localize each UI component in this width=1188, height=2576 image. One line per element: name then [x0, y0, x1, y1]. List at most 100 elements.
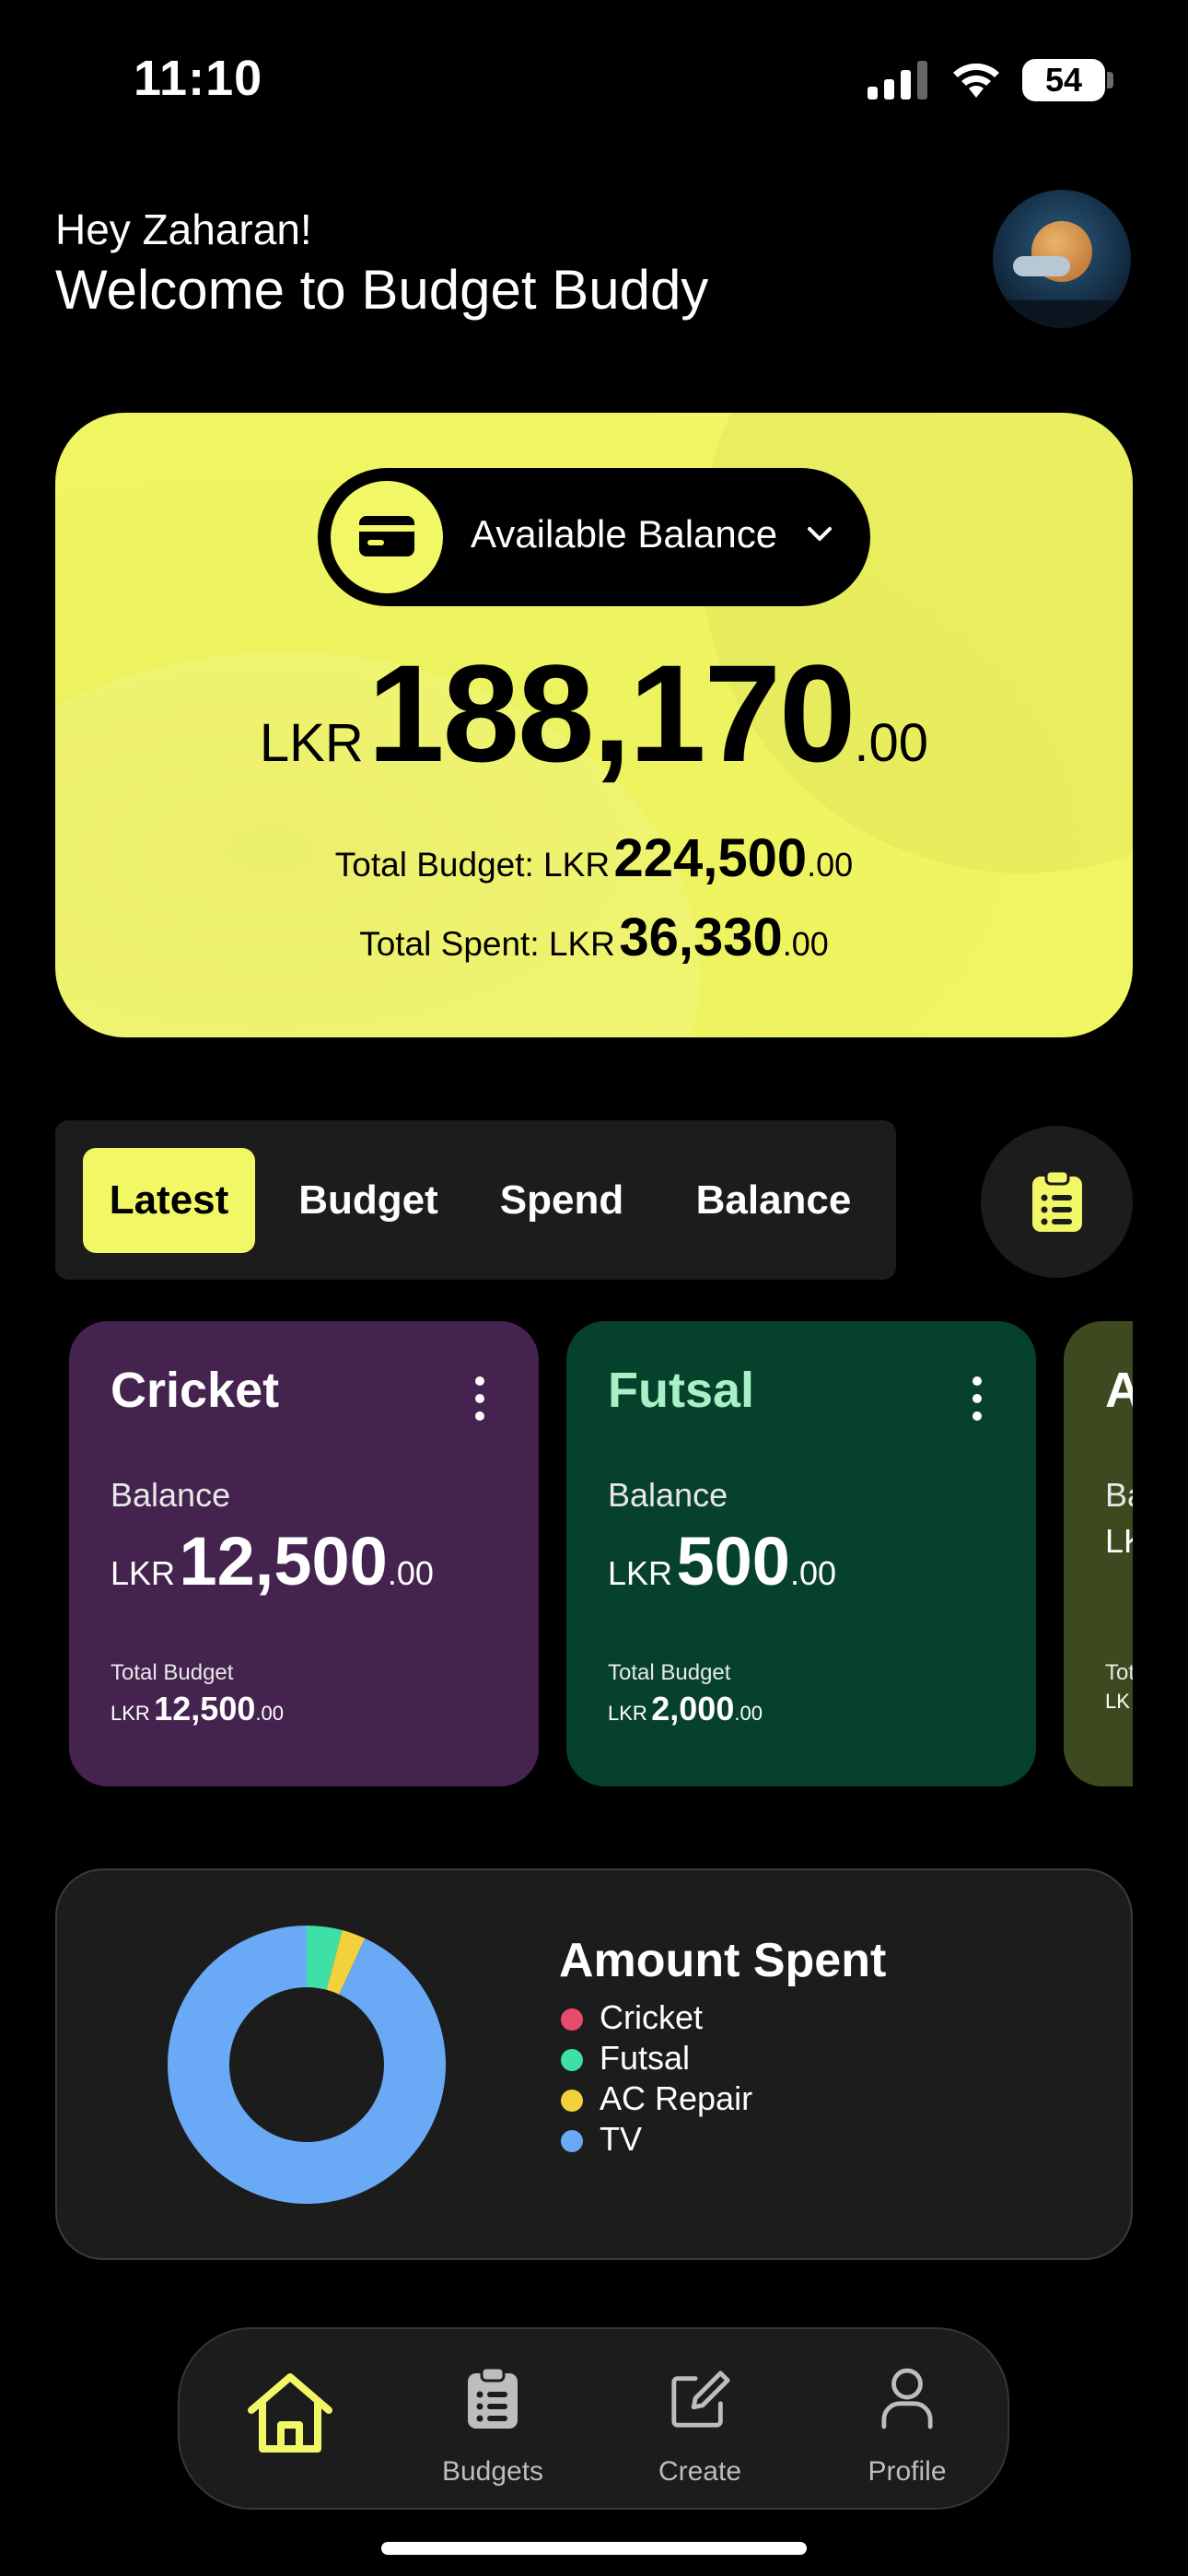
donut-slice-tv	[167, 1926, 446, 2204]
balance-label: Balance	[111, 1476, 231, 1514]
total-spent-row: Total Spent: LKR 36,330.00	[55, 907, 1133, 968]
card-balance-decimals: .00	[387, 1554, 434, 1592]
card-total-amount: 12,500	[154, 1690, 256, 1727]
nav-create[interactable]: Create	[617, 2329, 783, 2512]
page-title: Welcome to Budget Buddy	[55, 259, 709, 321]
cloud-icon	[1013, 256, 1070, 276]
legend-dot	[561, 2130, 583, 2152]
tab-budget[interactable]: Budget	[281, 1148, 456, 1253]
budget-card-title: Cricket	[111, 1363, 280, 1418]
total-spent-label: Total Spent: LKR	[359, 925, 615, 963]
legend-dot	[561, 2049, 583, 2071]
tab-latest[interactable]: Latest	[83, 1148, 255, 1253]
legend-item-ac-repair: AC Repair	[559, 2078, 752, 2119]
card-total-decimals: .00	[255, 1702, 284, 1725]
home-indicator	[381, 2542, 807, 2555]
clipboard-icon	[468, 2366, 518, 2429]
card-currency: LKR	[608, 1554, 673, 1592]
total-budget-label: Total Budget	[111, 1660, 234, 1685]
card-total-budget: LK	[1105, 1690, 1130, 1714]
balance-type-selector[interactable]: Available Balance	[318, 468, 870, 606]
card-balance-decimals: .00	[789, 1554, 836, 1592]
amount-spent-donut-chart	[167, 1926, 446, 2204]
budget-card-cricket[interactable]: Cricket Balance LKR 12,500.00 Total Budg…	[69, 1321, 539, 1786]
card-balance-amount: 500	[676, 1523, 790, 1599]
legend-item-tv: TV	[559, 2119, 752, 2160]
nav-create-label: Create	[658, 2456, 742, 2487]
more-options-icon[interactable]	[970, 1376, 983, 1421]
legend-item-futsal: Futsal	[559, 2038, 752, 2078]
total-spent-amount: 36,330	[619, 907, 783, 967]
budget-card-futsal[interactable]: Futsal Balance LKR 500.00 Total Budget L…	[566, 1321, 1036, 1786]
card-total-decimals: .00	[734, 1702, 763, 1725]
legend-label: Cricket	[600, 1998, 704, 2036]
budget-card-ac-repair[interactable]: A Ba LK Tot LK	[1064, 1321, 1133, 1786]
more-options-icon[interactable]	[472, 1376, 485, 1421]
card-total-currency: LK	[1105, 1690, 1130, 1713]
budget-card-list: Cricket Balance LKR 12,500.00 Total Budg…	[55, 1321, 1133, 1786]
card-total-currency: LKR	[608, 1702, 647, 1725]
total-budget-label: Tot	[1105, 1660, 1133, 1685]
legend-dot	[561, 2008, 583, 2031]
total-spent-decimals: .00	[782, 925, 829, 963]
card-balance: LKR 500.00	[608, 1522, 836, 1600]
credit-card-icon	[331, 481, 443, 593]
legend-label: Futsal	[600, 2039, 691, 2077]
total-budget-decimals: .00	[807, 846, 854, 884]
total-budget-amount: 224,500	[613, 828, 808, 888]
budget-card-title: Futsal	[608, 1363, 755, 1418]
card-balance-amount: 12,500	[179, 1523, 388, 1599]
balance-label: Balance	[608, 1476, 728, 1514]
tab-balance[interactable]: Balance	[668, 1148, 879, 1253]
legend-dot	[561, 2090, 583, 2112]
legend-label: AC Repair	[600, 2079, 753, 2117]
card-total-budget: LKR 2,000.00	[608, 1690, 763, 1728]
avatar[interactable]	[993, 190, 1131, 328]
legend-item-cricket: Cricket	[559, 1997, 752, 2038]
available-balance: LKR 188,170.00	[55, 634, 1133, 793]
nav-profile-label: Profile	[868, 2456, 947, 2487]
status-time: 11:10	[134, 51, 263, 106]
legend-label: TV	[600, 2120, 643, 2158]
balance-amount: 188,170	[367, 636, 856, 790]
greeting-text: Hey Zaharan!	[55, 205, 312, 253]
card-total-currency: LKR	[111, 1702, 150, 1725]
card-balance: LKR 12,500.00	[111, 1522, 434, 1600]
balance-type-label: Available Balance	[471, 512, 778, 556]
battery-icon: 54	[1022, 59, 1105, 101]
sort-tabs: Latest Budget Spend Balance	[55, 1120, 896, 1280]
nav-budgets[interactable]: Budgets	[410, 2329, 576, 2512]
edit-icon	[671, 2371, 730, 2428]
card-currency: LKR	[111, 1554, 176, 1592]
card-total-amount: 2,000	[651, 1690, 735, 1727]
total-budget-label: Total Budget: LKR	[334, 846, 611, 884]
nav-budgets-label: Budgets	[441, 2456, 544, 2487]
balance-currency: LKR	[259, 713, 364, 773]
clipboard-icon	[1032, 1169, 1082, 1232]
card-total-budget: LKR 12,500.00	[111, 1690, 284, 1728]
trees-silhouette	[993, 300, 1131, 328]
card-balance: LK	[1105, 1522, 1133, 1561]
total-budget-row: Total Budget: LKR 224,500.00	[55, 827, 1133, 889]
chart-legend: Cricket Futsal AC Repair TV	[559, 1997, 752, 2160]
balance-card: Available Balance LKR 188,170.00 Total B…	[55, 413, 1133, 1037]
balance-label: Ba	[1105, 1476, 1133, 1514]
amount-spent-panel: Amount Spent Cricket Futsal AC Repair TV	[55, 1868, 1133, 2260]
card-currency: LK	[1105, 1522, 1133, 1560]
nav-home[interactable]	[207, 2329, 373, 2512]
tab-spend[interactable]: Spend	[479, 1148, 645, 1253]
balance-decimals: .00	[854, 713, 929, 773]
user-icon	[881, 2368, 933, 2430]
nav-profile[interactable]: Profile	[824, 2329, 990, 2512]
home-icon	[248, 2373, 332, 2453]
chevron-down-icon	[808, 527, 832, 541]
wifi-icon	[953, 63, 999, 98]
bottom-navigation: Budgets Create Profile	[178, 2327, 1009, 2510]
report-button[interactable]	[981, 1126, 1133, 1278]
total-budget-label: Total Budget	[608, 1660, 731, 1685]
budget-card-title: A	[1105, 1363, 1133, 1418]
amount-spent-title: Amount Spent	[559, 1934, 887, 1987]
battery-tip	[1107, 72, 1113, 88]
cellular-signal-icon	[868, 61, 928, 100]
status-bar: 11:10 54	[0, 0, 1188, 157]
